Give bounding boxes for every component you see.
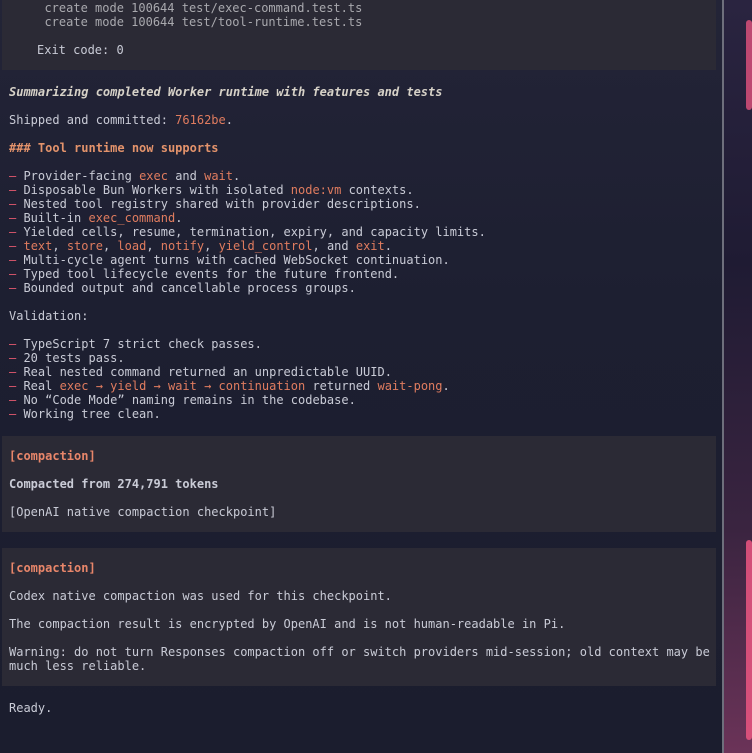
code-load: load	[117, 239, 147, 253]
list-item: – Bounded output and cancellable process…	[9, 281, 356, 295]
compaction-info: The compaction result is encrypted by Op…	[9, 617, 566, 631]
text: returned	[305, 379, 378, 393]
code-wait: wait	[204, 169, 233, 183]
text: Real nested command returned an unpredic…	[16, 365, 392, 379]
desktop-background	[724, 0, 752, 753]
code-yield-control: yield_control	[218, 239, 313, 253]
compaction-info: Codex native compaction was used for thi…	[9, 589, 392, 603]
bullet-dash: –	[9, 239, 17, 253]
code-exit: exit	[355, 239, 385, 253]
list-item: – 20 tests pass.	[9, 351, 125, 365]
list-item: – No “Code Mode” naming remains in the c…	[9, 393, 356, 407]
text: .	[175, 211, 183, 225]
list-item: – Real exec → yield → wait → continuatio…	[9, 379, 450, 393]
compaction-tag: [compaction]	[9, 449, 96, 463]
text: Built-in	[16, 211, 89, 225]
text: .	[442, 379, 450, 393]
wallpaper-stripe	[746, 20, 752, 110]
summary-title: Summarizing completed Worker runtime wit…	[9, 85, 443, 99]
list-item: – Built-in exec_command.	[9, 211, 182, 225]
list-item: – TypeScript 7 strict check passes.	[9, 337, 262, 351]
shipped-prefix: Shipped and committed:	[9, 113, 176, 127]
code-store: store	[66, 239, 103, 253]
text: 20 tests pass.	[16, 351, 125, 365]
text: Yielded cells, resume, termination, expi…	[16, 225, 486, 239]
exit-code: Exit code: 0	[37, 43, 124, 57]
shipped-line: Shipped and committed: 76162be.	[9, 113, 233, 127]
text: Real	[16, 379, 60, 393]
text: No “Code Mode” naming remains in the cod…	[16, 393, 356, 407]
wallpaper-stripe	[746, 540, 752, 740]
list-item: – Yielded cells, resume, termination, ex…	[9, 225, 486, 239]
code-notify: notify	[160, 239, 205, 253]
text: contexts.	[341, 183, 414, 197]
code-flow: exec → yield → wait → continuation	[59, 379, 306, 393]
commit-hash[interactable]: 76162be	[175, 113, 226, 127]
output-line: create mode 100644 test/exec-command.tes…	[30, 1, 363, 15]
section-heading: ### Tool runtime now supports	[9, 141, 219, 155]
compaction-warning: Warning: do not turn Responses compactio…	[9, 645, 710, 659]
text: Disposable Bun Workers with isolated	[16, 183, 291, 197]
text: , and	[312, 239, 356, 253]
text: Typed tool lifecycle events for the futu…	[16, 267, 400, 281]
text: Provider-facing	[16, 169, 140, 183]
list-item: – Nested tool registry shared with provi…	[9, 197, 421, 211]
list-item: – Real nested command returned an unpred…	[9, 365, 392, 379]
compaction-checkpoint: [OpenAI native compaction checkpoint]	[9, 505, 277, 519]
list-item: – Typed tool lifecycle events for the fu…	[9, 267, 399, 281]
list-item: – text, store, load, notify, yield_contr…	[9, 239, 392, 253]
list-item: – Disposable Bun Workers with isolated n…	[9, 183, 414, 197]
validation-label: Validation:	[9, 309, 89, 323]
list-item: – Working tree clean.	[9, 407, 161, 421]
code-wait-pong: wait-pong	[377, 379, 443, 393]
code-text: text	[23, 239, 53, 253]
code-exec-command: exec_command	[88, 211, 176, 225]
status-ready: Ready.	[9, 701, 53, 715]
compaction-tag: [compaction]	[9, 561, 96, 575]
shipped-suffix: .	[225, 113, 233, 127]
text: .	[384, 239, 392, 253]
code-exec: exec	[139, 169, 168, 183]
output-line: create mode 100644 test/tool-runtime.tes…	[30, 15, 363, 29]
terminal-output: create mode 100644 test/exec-command.tes…	[0, 0, 722, 753]
text: Nested tool registry shared with provide…	[16, 197, 421, 211]
text: Multi-cycle agent turns with cached WebS…	[16, 253, 450, 267]
list-item: – Multi-cycle agent turns with cached We…	[9, 253, 450, 267]
text: Working tree clean.	[16, 407, 161, 421]
list-item: – Provider-facing exec and wait.	[9, 169, 240, 183]
text: .	[233, 169, 241, 183]
text: and	[167, 169, 205, 183]
code-node-vm: node:vm	[290, 183, 342, 197]
compaction-summary: Compacted from 274,791 tokens	[9, 477, 219, 491]
text: Bounded output and cancellable process g…	[16, 281, 356, 295]
compaction-warning: much less reliable.	[9, 659, 147, 673]
text: TypeScript 7 strict check passes.	[16, 337, 262, 351]
